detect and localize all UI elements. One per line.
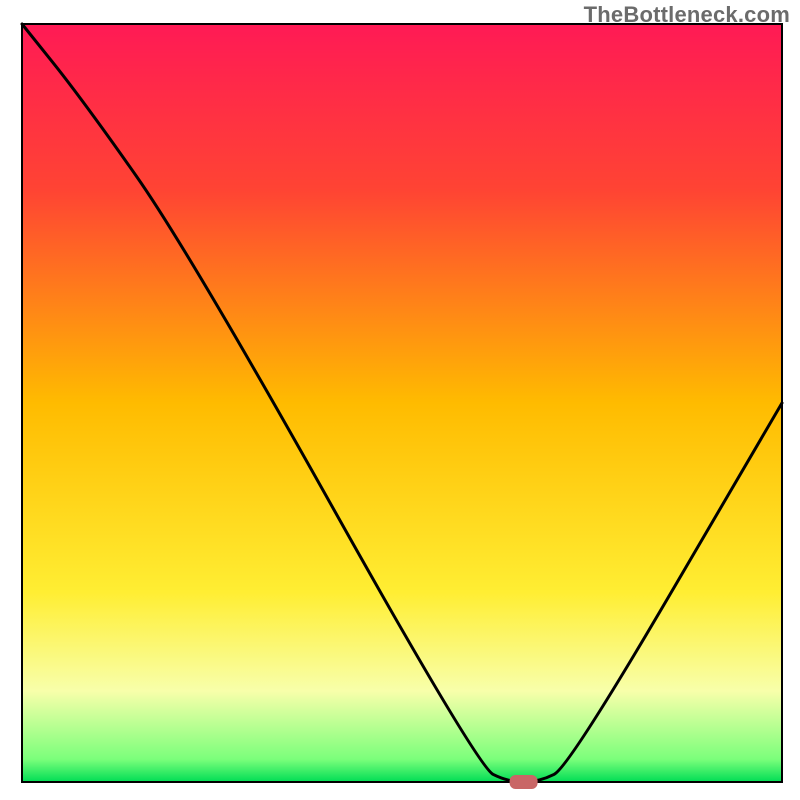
plot-background	[22, 24, 782, 782]
watermark-text: TheBottleneck.com	[584, 2, 790, 28]
chart-container: TheBottleneck.com	[0, 0, 800, 800]
optimal-marker	[510, 775, 538, 789]
bottleneck-chart	[0, 0, 800, 800]
